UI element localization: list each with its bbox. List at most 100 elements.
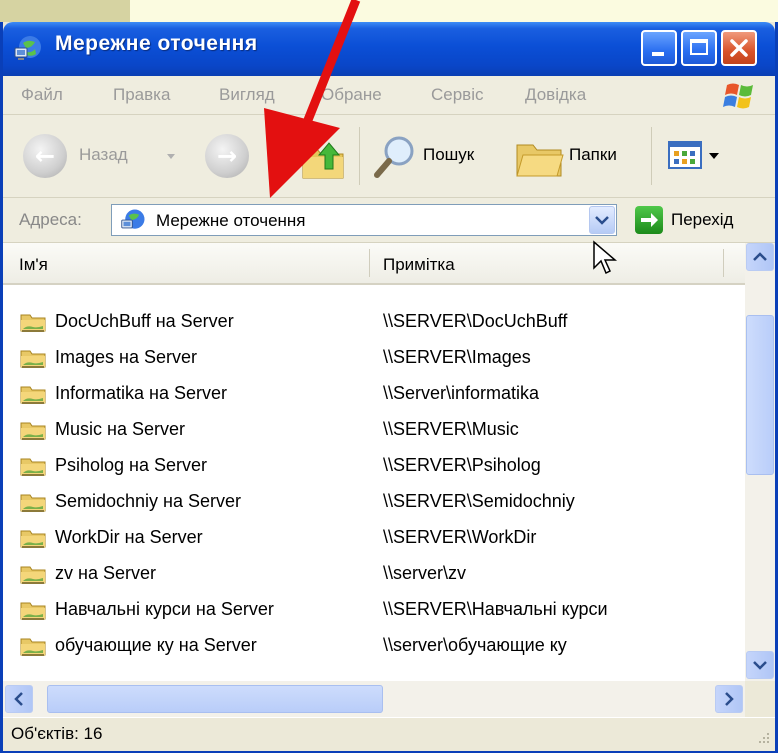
vertical-scrollbar[interactable]	[745, 243, 775, 681]
list-item[interactable]: Informatika на Server \\Server\informatik…	[3, 375, 745, 411]
horizontal-scroll-thumb[interactable]	[47, 685, 383, 713]
menu-favorites[interactable]: Обране	[321, 85, 382, 105]
menu-edit[interactable]: Правка	[113, 85, 170, 105]
column-divider[interactable]	[723, 249, 724, 277]
maximize-icon	[690, 39, 708, 55]
chevron-right-icon	[725, 692, 734, 706]
network-places-icon	[121, 209, 145, 229]
item-note: \\SERVER\Images	[383, 347, 531, 367]
back-label: Назад	[79, 145, 128, 164]
title-bar[interactable]: Мережне оточення	[3, 22, 775, 76]
item-note: \\SERVER\Semidochniy	[383, 491, 575, 511]
item-note: \\SERVER\Music	[383, 419, 519, 439]
item-note: \\Server\informatika	[383, 383, 540, 403]
explorer-window: Мережне оточення Файл Правка Вигляд Обра…	[0, 22, 778, 753]
column-note-header[interactable]: Примітка	[383, 255, 455, 275]
list-rows: DocUchBuff на Server \\SERVER\DocUchBuff I…	[3, 283, 745, 681]
toolbar-separator	[359, 127, 360, 185]
item-name: Music на Server	[55, 419, 185, 439]
column-name-header[interactable]: Ім'я	[19, 255, 48, 275]
item-name: Informatika на Server	[55, 383, 228, 403]
network-share-icon	[19, 419, 47, 441]
search-label[interactable]: Пошук	[423, 145, 474, 165]
list-item[interactable]: zv на Server \\server\zv	[3, 555, 745, 591]
item-name: WorkDir на Server	[55, 527, 203, 547]
scrollbar-corner	[745, 681, 775, 717]
item-name: DocUchBuff на Server	[55, 311, 234, 331]
list-item[interactable]: DocUchBuff на Server \\SERVER\DocUchBuff	[3, 303, 745, 339]
item-note: \\SERVER\WorkDir	[383, 527, 537, 547]
list-item[interactable]: Psiholog на Server \\SERVER\Psiholog	[3, 447, 745, 483]
network-share-icon	[19, 347, 47, 369]
close-icon	[730, 39, 748, 57]
column-header: Ім'я Примітка	[3, 243, 745, 285]
toolbar-separator	[651, 127, 652, 185]
list-item[interactable]: обучающие ку на Server \\server\обучающие…	[3, 627, 745, 663]
vertical-scroll-thumb[interactable]	[746, 315, 774, 475]
item-note: \\SERVER\DocUchBuff	[383, 311, 568, 331]
scroll-left-button[interactable]	[5, 685, 33, 713]
list-item[interactable]: Навчальні курси на Server \\SERVER\Навчал…	[3, 591, 745, 627]
network-share-icon	[19, 527, 47, 549]
toolbar: ← Назад → Пошук Папки	[3, 115, 775, 198]
menu-file[interactable]: Файл	[21, 85, 63, 105]
menu-help[interactable]: Довідка	[525, 85, 586, 105]
chevron-down-icon	[595, 216, 609, 225]
item-note: \\SERVER\Навчальні курси	[383, 599, 608, 619]
item-name: Semidochniy на Server	[55, 491, 242, 511]
item-name: Навчальні курси на Server	[55, 599, 274, 619]
column-divider[interactable]	[369, 249, 370, 277]
address-label: Адреса:	[19, 210, 82, 229]
address-value: Мережне оточення	[156, 211, 306, 230]
network-share-icon	[19, 599, 47, 621]
forward-button[interactable]: →	[205, 134, 249, 178]
search-icon[interactable]	[371, 133, 421, 181]
chevron-up-icon	[753, 252, 767, 261]
forward-dropdown-icon[interactable]	[269, 154, 277, 159]
horizontal-scrollbar[interactable]	[3, 681, 745, 717]
network-share-icon	[19, 563, 47, 585]
status-bar: Об'єктів: 16	[3, 717, 775, 751]
item-note: \\server\zv	[383, 563, 467, 583]
back-button[interactable]: ←	[23, 134, 67, 178]
list-item[interactable]: Images на Server \\SERVER\Images	[3, 339, 745, 375]
scroll-up-button[interactable]	[746, 243, 774, 271]
item-name: Images на Server	[55, 347, 197, 367]
mouse-cursor-icon	[593, 240, 618, 275]
go-label[interactable]: Перехід	[671, 210, 733, 230]
list-item[interactable]: Music на Server \\SERVER\Music	[3, 411, 745, 447]
address-dropdown-button[interactable]	[589, 206, 615, 234]
list-item[interactable]: WorkDir на Server \\SERVER\WorkDir	[3, 519, 745, 555]
scroll-right-button[interactable]	[715, 685, 743, 713]
slide-decoration	[0, 0, 130, 22]
network-share-icon	[19, 311, 47, 333]
go-button[interactable]	[635, 206, 663, 234]
slide-background-strip	[0, 0, 778, 22]
item-name: обучающие ку на Server	[55, 635, 257, 655]
menu-view[interactable]: Вигляд	[219, 85, 275, 105]
maximize-button[interactable]	[681, 30, 717, 66]
views-icon[interactable]	[667, 139, 731, 175]
minimize-icon	[652, 52, 664, 56]
menu-bar: Файл Правка Вигляд Обране Сервіс Довідка	[3, 76, 775, 115]
back-dropdown-icon[interactable]	[167, 154, 175, 159]
close-button[interactable]	[721, 30, 757, 66]
address-field[interactable]: Мережне оточення	[111, 204, 617, 236]
resize-grip-icon[interactable]	[753, 729, 771, 747]
minimize-button[interactable]	[641, 30, 677, 66]
list-item[interactable]: Semidochniy на Server \\SERVER\Semidochni…	[3, 483, 745, 519]
item-name: zv на Server	[55, 563, 156, 583]
menu-tools[interactable]: Сервіс	[431, 85, 484, 105]
folders-icon[interactable]	[515, 137, 565, 179]
up-folder-icon[interactable]	[299, 135, 349, 181]
go-icon	[641, 213, 658, 227]
address-bar: Адреса: Мережне оточення Перехід	[3, 198, 775, 243]
forward-icon: →	[216, 142, 238, 170]
chevron-down-icon	[753, 661, 767, 670]
network-share-icon	[19, 455, 47, 477]
item-note: \\SERVER\Psiholog	[383, 455, 541, 475]
scroll-down-button[interactable]	[746, 651, 774, 679]
folders-label[interactable]: Папки	[569, 145, 617, 165]
network-share-icon	[19, 635, 47, 657]
chevron-left-icon	[14, 692, 23, 706]
